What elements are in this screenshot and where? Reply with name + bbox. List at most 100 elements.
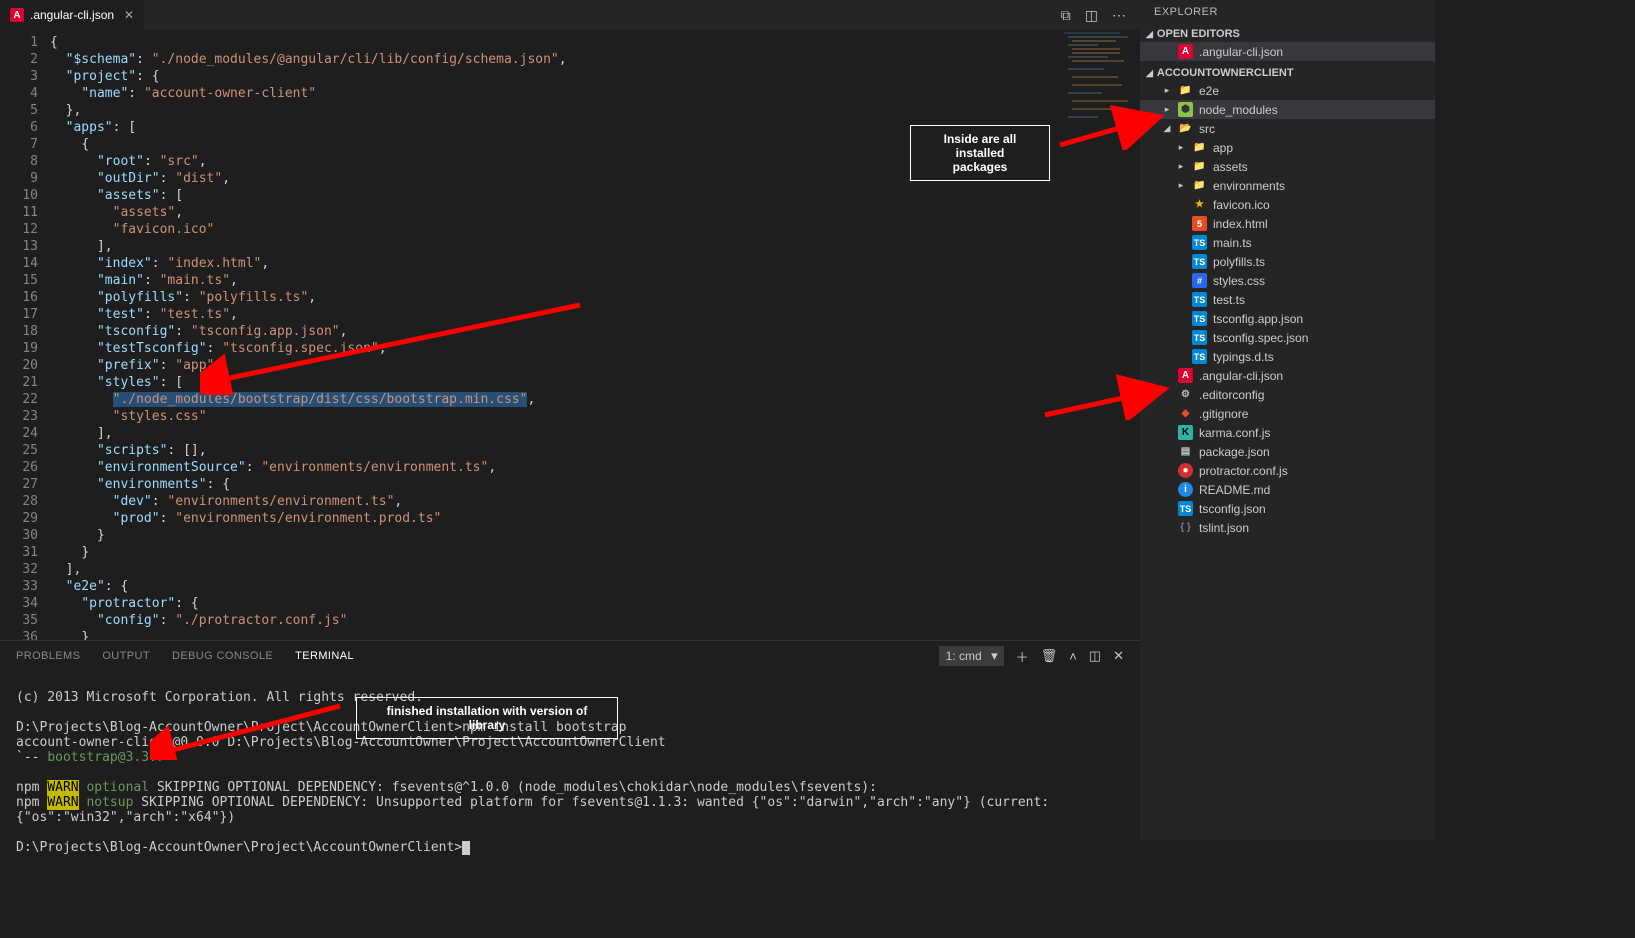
tree-item-src[interactable]: ◢ 📂 src — [1140, 119, 1435, 138]
split-editor-icon[interactable]: ◫ — [1085, 7, 1098, 24]
annotation-packages: Inside are all installed packages — [910, 125, 1050, 181]
ang-icon: A — [1178, 368, 1193, 383]
tree-item-label: .editorconfig — [1199, 388, 1264, 402]
tree-item-label: README.md — [1199, 483, 1270, 497]
tree-item-polyfills-ts[interactable]: TSpolyfills.ts — [1140, 252, 1435, 271]
section-project[interactable]: ◢ ACCOUNTOWNERCLIENT — [1140, 65, 1435, 81]
ts-icon: TS — [1192, 235, 1207, 250]
tree-item-tsconfig-app-json[interactable]: TStsconfig.app.json — [1140, 309, 1435, 328]
tree-item-label: styles.css — [1213, 274, 1265, 288]
gear-icon: ⚙ — [1178, 387, 1193, 402]
tree-item--angular-cli-json[interactable]: A.angular-cli.json — [1140, 366, 1435, 385]
tree-item-favicon-ico[interactable]: ★favicon.ico — [1140, 195, 1435, 214]
tree-item-label: src — [1199, 122, 1215, 136]
term-line: `-- bootstrap@3.3.7 — [16, 750, 165, 765]
tab-output[interactable]: OUTPUT — [102, 650, 150, 662]
bottom-panel: PROBLEMS OUTPUT DEBUG CONSOLE TERMINAL 1… — [0, 640, 1140, 840]
html-icon: 5 — [1192, 216, 1207, 231]
trash-icon[interactable]: 🗑 — [1041, 648, 1058, 664]
chevron-right-icon: ▸ — [1176, 142, 1186, 153]
tree-item-label: index.html — [1213, 217, 1268, 231]
tree-item-assets[interactable]: ▸ 📁 assets — [1140, 157, 1435, 176]
annotation-install: finished installation with version of li… — [356, 697, 618, 739]
term-line: npm WARN optional SKIPPING OPTIONAL DEPE… — [16, 780, 877, 795]
info-icon: i — [1178, 482, 1193, 497]
code-body[interactable]: { "$schema": "./node_modules/@angular/cl… — [50, 30, 1140, 640]
folder-icon: 📁 — [1192, 140, 1207, 155]
ts-icon: TS — [1192, 254, 1207, 269]
close-panel-icon[interactable]: ✕ — [1113, 648, 1124, 664]
chevron-right-icon: ▸ — [1162, 104, 1172, 115]
code-editor[interactable]: 1234567891011121314151617181920212223242… — [0, 30, 1140, 640]
tab-terminal[interactable]: TERMINAL — [295, 650, 354, 662]
tree-item-main-ts[interactable]: TSmain.ts — [1140, 233, 1435, 252]
angular-icon: A — [10, 8, 24, 22]
terminal-select[interactable]: 1: cmd — [939, 646, 1004, 666]
line-gutter: 1234567891011121314151617181920212223242… — [0, 30, 50, 640]
section-open-editors[interactable]: ◢ OPEN EDITORS — [1140, 26, 1435, 42]
tree-item-e2e[interactable]: ▸ 📁 e2e — [1140, 81, 1435, 100]
tree-item-label: test.ts — [1213, 293, 1245, 307]
tree-item--gitignore[interactable]: ◆ .gitignore — [1140, 404, 1435, 423]
term-prompt: D:\Projects\Blog-AccountOwner\Project\Ac… — [16, 840, 470, 855]
tree-item-label: assets — [1213, 160, 1248, 174]
ts-icon: TS — [1192, 330, 1207, 345]
split-compare-icon[interactable]: ⧉ — [1061, 7, 1071, 24]
tree-item-label: .gitignore — [1199, 407, 1248, 421]
tree-item-tslint-json[interactable]: { } tslint.json — [1140, 518, 1435, 537]
tree-item-label: typings.d.ts — [1213, 350, 1274, 364]
minimap[interactable] — [1060, 30, 1140, 210]
cursor-icon — [462, 841, 470, 855]
file-tree: ▸📁e2e▸⬢node_modules◢📂src▸📁app▸📁assets▸📁e… — [1140, 81, 1435, 537]
tree-item-label: e2e — [1199, 84, 1219, 98]
json-icon: ▤ — [1178, 444, 1193, 459]
explorer-sidebar: EXPLORER ◢ OPEN EDITORS A .angular-cli.j… — [1140, 0, 1435, 840]
tree-item-index-html[interactable]: 5 index.html — [1140, 214, 1435, 233]
chevron-down-icon: ◢ — [1146, 68, 1153, 79]
more-icon[interactable]: ⋯ — [1112, 7, 1126, 24]
tree-item-package-json[interactable]: ▤package.json — [1140, 442, 1435, 461]
open-editor-item[interactable]: A .angular-cli.json — [1140, 42, 1435, 61]
tree-item-karma-conf-js[interactable]: Kkarma.conf.js — [1140, 423, 1435, 442]
term-line: npm WARN notsup SKIPPING OPTIONAL DEPEND… — [16, 795, 1057, 825]
panel-tabs: PROBLEMS OUTPUT DEBUG CONSOLE TERMINAL 1… — [0, 641, 1140, 671]
tree-item-protractor-conf-js[interactable]: ● protractor.conf.js — [1140, 461, 1435, 480]
tab-label: .angular-cli.json — [30, 8, 114, 22]
tree-item-label: app — [1213, 141, 1233, 155]
angular-icon: A — [1178, 44, 1193, 59]
folder-icon: 📁 — [1178, 83, 1193, 98]
tree-item-tsconfig-json[interactable]: TStsconfig.json — [1140, 499, 1435, 518]
tab-angular-cli[interactable]: A .angular-cli.json ✕ — [0, 0, 144, 30]
tree-item-node_modules[interactable]: ▸⬢node_modules — [1140, 100, 1435, 119]
close-icon[interactable]: ✕ — [124, 8, 134, 22]
plus-icon[interactable]: ＋ — [1016, 647, 1029, 666]
tree-item-label: protractor.conf.js — [1199, 464, 1288, 478]
folderg-icon: 📂 — [1178, 121, 1193, 136]
css-icon: # — [1192, 273, 1207, 288]
bkt-icon: { } — [1178, 520, 1193, 535]
tab-debug-console[interactable]: DEBUG CONSOLE — [172, 650, 273, 662]
tree-item-README-md[interactable]: i README.md — [1140, 480, 1435, 499]
split-panel-icon[interactable]: ◫ — [1089, 648, 1101, 664]
star-icon: ★ — [1192, 197, 1207, 212]
tree-item-environments[interactable]: ▸📁environments — [1140, 176, 1435, 195]
tree-item-label: karma.conf.js — [1199, 426, 1270, 440]
git-icon: ◆ — [1178, 406, 1193, 421]
folder-icon: 📁 — [1192, 159, 1207, 174]
p-icon: ● — [1178, 463, 1193, 478]
tree-item-app[interactable]: ▸ 📁 app — [1140, 138, 1435, 157]
tab-problems[interactable]: PROBLEMS — [16, 650, 80, 662]
tree-item-tsconfig-spec-json[interactable]: TStsconfig.spec.json — [1140, 328, 1435, 347]
tree-item--editorconfig[interactable]: ⚙ .editorconfig — [1140, 385, 1435, 404]
ts-icon: TS — [1192, 349, 1207, 364]
chevron-right-icon: ▸ — [1162, 85, 1172, 96]
tree-item-typings-d-ts[interactable]: TS typings.d.ts — [1140, 347, 1435, 366]
tree-item-test-ts[interactable]: TStest.ts — [1140, 290, 1435, 309]
tree-item-label: tslint.json — [1199, 521, 1249, 535]
chevron-down-icon: ◢ — [1162, 123, 1172, 134]
chevron-up-icon[interactable]: ˄ — [1069, 649, 1077, 664]
chevron-right-icon: ▸ — [1176, 161, 1186, 172]
npmfolder-icon: ⬢ — [1178, 102, 1193, 117]
terminal-select-wrap: 1: cmd — [939, 646, 1004, 666]
tree-item-styles-css[interactable]: # styles.css — [1140, 271, 1435, 290]
